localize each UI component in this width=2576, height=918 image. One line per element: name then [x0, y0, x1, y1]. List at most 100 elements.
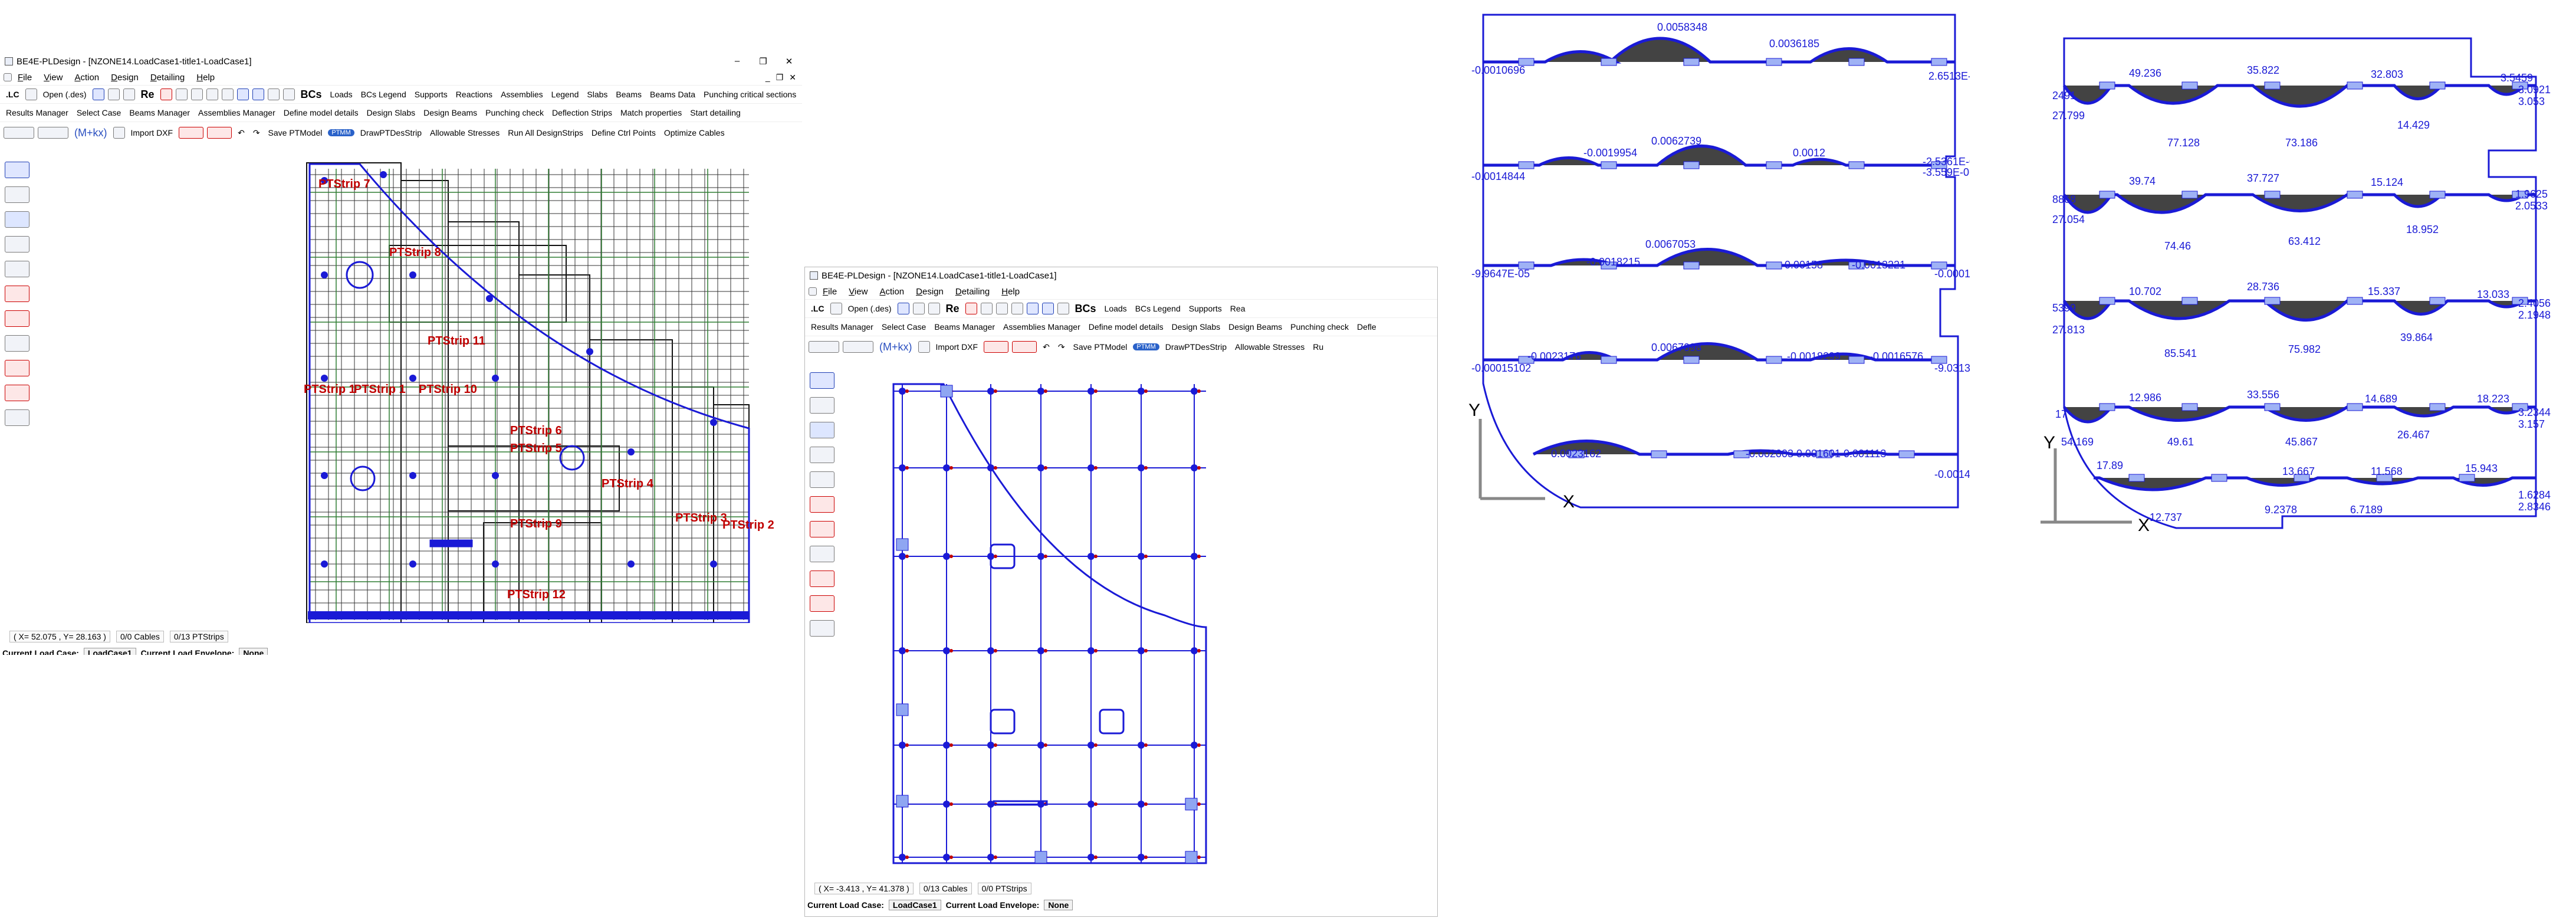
menu-file[interactable]: File	[817, 287, 843, 297]
moment-diagram-icon[interactable]	[5, 162, 29, 178]
menu-detailing[interactable]: Detailing	[144, 73, 190, 83]
define-model-details-button[interactable]: Define model details	[1086, 322, 1166, 332]
menu-view[interactable]: View	[38, 73, 68, 83]
reactions-button[interactable]: Rea	[1228, 304, 1248, 313]
zoom-window-icon[interactable]	[175, 88, 188, 100]
pan-icon[interactable]	[995, 303, 1008, 314]
beam-icon[interactable]	[236, 88, 249, 100]
legend-button[interactable]: Legend	[549, 90, 581, 99]
support-icon[interactable]	[5, 310, 29, 327]
assemblies-manager-button[interactable]: Assemblies Manager	[196, 108, 278, 117]
design-beams-button[interactable]: Design Beams	[421, 108, 479, 117]
cable-icon[interactable]	[984, 341, 1009, 353]
allowable-stresses-button[interactable]: Allowable Stresses	[428, 128, 502, 137]
define-ctrl-points-button[interactable]: Define Ctrl Points	[589, 128, 658, 137]
menu-action[interactable]: Action	[873, 287, 910, 297]
open-des-button[interactable]: Open (.des)	[846, 304, 894, 313]
redo-icon[interactable]: ↷	[1056, 342, 1067, 352]
moment-formula-button[interactable]: (M+kx)	[72, 127, 110, 139]
axes-icon[interactable]	[5, 186, 29, 203]
zoom-icon[interactable]	[123, 88, 135, 100]
moment-formula-button[interactable]: (M+kx)	[877, 341, 915, 353]
column-icon[interactable]	[5, 286, 29, 302]
mesh-icon[interactable]	[810, 471, 834, 488]
select-case-button[interactable]: Select Case	[879, 322, 928, 332]
select-case-button[interactable]: Select Case	[74, 108, 123, 117]
design-slabs-button[interactable]: Design Slabs	[1169, 322, 1223, 332]
model-canvas[interactable]: PTStrip 7 PTStrip 8 PTStrip 11 PTStrip 1…	[41, 157, 796, 623]
new-file-icon[interactable]	[830, 303, 842, 314]
save-ptmodel-button[interactable]: Save PTModel	[1071, 342, 1130, 352]
slab-icon[interactable]	[5, 236, 29, 253]
axes-icon[interactable]	[810, 397, 834, 414]
optimize-cables-button[interactable]: Optimize Cables	[662, 128, 727, 137]
menu-view[interactable]: View	[843, 287, 873, 297]
allowable-stresses-button[interactable]: Allowable Stresses	[1233, 342, 1307, 352]
grid-icon[interactable]	[1011, 303, 1023, 314]
import-dxf-button[interactable]: Import DXF	[934, 342, 981, 352]
pick-icon[interactable]	[160, 88, 172, 100]
match-properties-button[interactable]: Match properties	[618, 108, 684, 117]
ptmm-button[interactable]: PTMM	[328, 129, 354, 136]
beams-manager-button[interactable]: Beams Manager	[127, 108, 192, 117]
grid-icon[interactable]	[206, 88, 218, 100]
menu-design[interactable]: Design	[105, 73, 144, 83]
close-button[interactable]: ✕	[776, 56, 802, 67]
supports-button[interactable]: Supports	[412, 90, 450, 99]
mesh-icon[interactable]	[5, 261, 29, 277]
beams-data-button[interactable]: Beams Data	[648, 90, 698, 99]
pick-icon[interactable]	[965, 303, 977, 314]
assemblies-button[interactable]: Assemblies	[498, 90, 546, 99]
bcs-legend-button[interactable]: BCs Legend	[359, 90, 409, 99]
beam-icon[interactable]	[1026, 303, 1039, 314]
moment-diagram-icon[interactable]	[810, 372, 834, 389]
deflection-strips-button[interactable]: Deflection Strips	[550, 108, 615, 117]
cable-icon[interactable]	[179, 127, 204, 139]
punching-check-button[interactable]: Punching check	[1288, 322, 1351, 332]
slabs-button[interactable]: Slabs	[584, 90, 610, 99]
menu-help[interactable]: Help	[190, 73, 221, 83]
beams-manager-button[interactable]: Beams Manager	[932, 322, 997, 332]
save-ptmodel-button[interactable]: Save PTModel	[266, 128, 325, 137]
lc-button[interactable]: .LC	[809, 304, 827, 313]
design-slabs-button[interactable]: Design Slabs	[364, 108, 418, 117]
select-arrow-icon[interactable]	[5, 211, 29, 228]
beam-tool-icon[interactable]	[843, 341, 873, 353]
run-button[interactable]: Ru	[1310, 342, 1326, 352]
draw-pt-des-strip-button[interactable]: DrawPTDesStrip	[358, 128, 424, 137]
mdi-restore-button[interactable]: ❐	[776, 73, 784, 83]
grid-tool-icon[interactable]	[810, 546, 834, 562]
loads-button[interactable]: Loads	[328, 90, 355, 99]
redo-icon[interactable]: ↷	[251, 128, 262, 138]
redraw-button[interactable]: Re	[944, 303, 962, 315]
draw-pt-des-strip-button[interactable]: DrawPTDesStrip	[1163, 342, 1229, 352]
undo-icon[interactable]: ↶	[1040, 342, 1052, 352]
bcs-legend-button[interactable]: BCs Legend	[1133, 304, 1183, 313]
zoom-icon[interactable]	[928, 303, 940, 314]
beams-button[interactable]: Beams	[613, 90, 644, 99]
save-icon[interactable]	[897, 303, 909, 314]
punching-check-button[interactable]: Punching check	[483, 108, 546, 117]
design-beams-button[interactable]: Design Beams	[1226, 322, 1284, 332]
zoom-window-icon[interactable]	[980, 303, 993, 314]
menu-design[interactable]: Design	[910, 287, 949, 297]
chart-icon[interactable]	[1041, 303, 1054, 314]
define-model-details-button[interactable]: Define model details	[281, 108, 361, 117]
save-icon[interactable]	[92, 88, 104, 100]
maximize-button[interactable]: ❐	[750, 56, 776, 67]
deflection-strips-button[interactable]: Defle	[1355, 322, 1379, 332]
punching-critical-sections-button[interactable]: Punching critical sections	[701, 90, 799, 99]
pan-icon[interactable]	[190, 88, 203, 100]
frame-icon[interactable]	[221, 88, 234, 100]
print-icon[interactable]	[912, 303, 925, 314]
ptmm-button[interactable]: PTMM	[1133, 343, 1159, 350]
sigma-icon[interactable]	[1057, 303, 1069, 314]
select-arrow-icon[interactable]	[810, 422, 834, 438]
model-canvas[interactable]	[846, 368, 1430, 875]
column-icon[interactable]	[810, 496, 834, 513]
beam-tool-icon[interactable]	[38, 127, 68, 139]
mdi-minimize-button[interactable]: _	[765, 73, 770, 83]
minimize-button[interactable]: –	[724, 56, 750, 67]
grid-tool-icon[interactable]	[5, 335, 29, 352]
supports-button[interactable]: Supports	[1187, 304, 1224, 313]
